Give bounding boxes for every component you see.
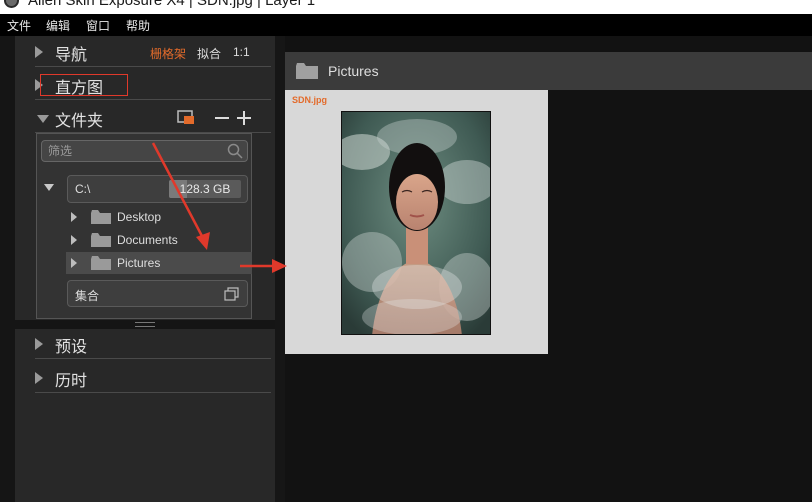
menu-bar: 文件 编辑 窗口 帮助 xyxy=(0,14,812,36)
section-navigation[interactable]: 导航 栅格架 拟合 1:1 xyxy=(15,37,275,67)
folder-icon xyxy=(296,63,318,79)
folder-item-documents[interactable]: Documents xyxy=(66,229,252,251)
panel-splitter[interactable] xyxy=(15,320,275,329)
drive-row[interactable]: C:\ 128.3 GB xyxy=(67,175,248,203)
nav-option-grid[interactable]: 栅格架 xyxy=(150,45,186,62)
left-gutter xyxy=(0,36,15,502)
app-logo-icon xyxy=(4,0,19,8)
remove-folder-icon[interactable] xyxy=(214,111,230,125)
folder-item-desktop[interactable]: Desktop xyxy=(66,206,252,228)
section-divider xyxy=(35,358,271,359)
expand-arrow-icon[interactable] xyxy=(71,212,77,222)
folder-item-pictures[interactable]: Pictures xyxy=(66,252,252,274)
folder-label: Pictures xyxy=(117,256,161,270)
expand-arrow-icon[interactable] xyxy=(35,46,43,58)
thumbnail-filename: SDN.jpg xyxy=(292,95,327,105)
splitter-grip-icon[interactable] xyxy=(135,322,155,327)
window-titlebar: Alien Skin Exposure X4 | SDN.jpg | Layer… xyxy=(0,0,812,14)
browser-header: Pictures xyxy=(285,52,812,90)
menu-help[interactable]: 帮助 xyxy=(126,17,150,34)
section-folders[interactable]: 文件夹 xyxy=(15,103,275,133)
drive-label: C:\ xyxy=(75,182,91,196)
folder-icon xyxy=(91,233,111,247)
search-icon[interactable] xyxy=(227,143,243,159)
annotation-highlight-box xyxy=(40,74,128,96)
window-title: Alien Skin Exposure X4 | SDN.jpg | Layer… xyxy=(28,0,316,9)
expand-arrow-icon[interactable] xyxy=(71,235,77,245)
portrait-photo xyxy=(342,112,490,334)
section-history[interactable]: 历时 xyxy=(15,363,275,393)
drive-capacity-bar: 128.3 GB xyxy=(169,180,241,198)
nav-option-fit[interactable]: 拟合 xyxy=(197,45,221,62)
expand-arrow-icon[interactable] xyxy=(35,372,43,384)
thumbnail-image[interactable] xyxy=(341,111,491,335)
panel-gutter[interactable] xyxy=(275,36,285,502)
menu-file[interactable]: 文件 xyxy=(7,17,31,34)
collections-label: 集合 xyxy=(75,289,100,303)
filter-field[interactable] xyxy=(41,140,248,162)
collections-row[interactable]: 集合 xyxy=(67,280,248,307)
nav-option-1to1[interactable]: 1:1 xyxy=(233,45,250,59)
folder-icon xyxy=(91,210,111,224)
add-folder-icon[interactable] xyxy=(236,110,252,126)
collapse-arrow-icon[interactable] xyxy=(37,115,49,123)
section-presets-label: 预设 xyxy=(55,339,88,356)
expand-arrow-icon[interactable] xyxy=(35,338,43,350)
collections-icon[interactable] xyxy=(224,286,240,301)
filter-input[interactable] xyxy=(48,143,218,159)
section-divider xyxy=(35,392,271,393)
section-navigation-label: 导航 xyxy=(55,47,88,64)
drive-capacity-text: 128.3 GB xyxy=(179,182,231,196)
folder-icon xyxy=(91,256,111,270)
folder-label: Desktop xyxy=(117,210,162,224)
section-divider xyxy=(35,99,271,100)
section-divider xyxy=(35,66,271,67)
folder-label: Documents xyxy=(117,233,178,247)
menu-window[interactable]: 窗口 xyxy=(86,17,110,34)
section-presets[interactable]: 预设 xyxy=(15,329,275,359)
menu-edit[interactable]: 编辑 xyxy=(46,17,70,34)
section-history-label: 历时 xyxy=(55,373,88,390)
import-folder-icon[interactable] xyxy=(177,110,195,125)
drive-expand-arrow-icon[interactable] xyxy=(43,183,55,193)
section-folders-label: 文件夹 xyxy=(55,113,104,130)
expand-arrow-icon[interactable] xyxy=(71,258,77,268)
browser-folder-title: Pictures xyxy=(328,63,379,79)
